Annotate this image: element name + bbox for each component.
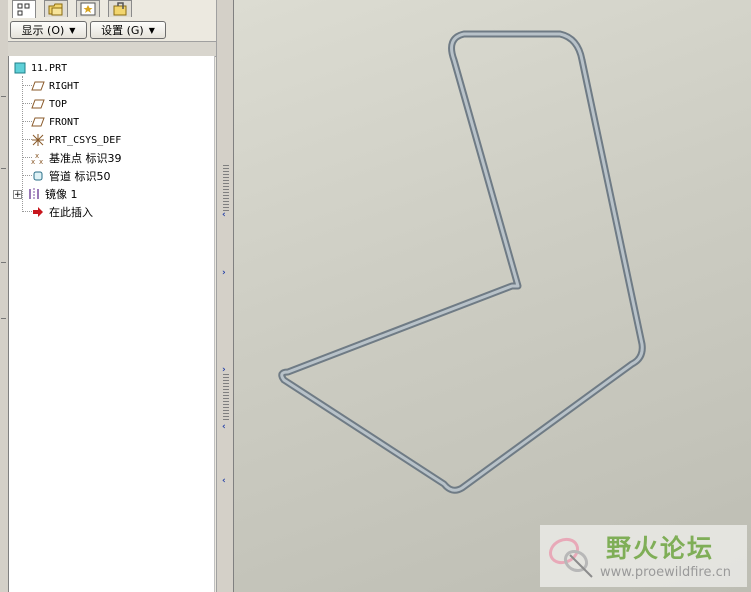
expand-toggle-icon[interactable]: + xyxy=(13,189,22,199)
tab-model-tree[interactable] xyxy=(12,0,36,18)
tree-item-top[interactable]: TOP xyxy=(31,96,67,112)
tree-item-label: PRT_CSYS_DEF xyxy=(49,134,122,146)
tree-item-front[interactable]: FRONT xyxy=(31,114,79,130)
model-tree: 11.PRT RIGHT TOP FRONT PRT_CSYS_DEF xxx … xyxy=(8,56,215,592)
chevron-right-icon[interactable]: › xyxy=(222,365,226,375)
chevron-left-icon[interactable]: ‹ xyxy=(222,476,226,486)
model-tree-icon xyxy=(17,3,30,16)
splitter-grip[interactable] xyxy=(223,165,229,213)
tree-item-label: 在此插入 xyxy=(49,206,93,219)
tree-item-pipe[interactable]: 管道 标识50 xyxy=(31,168,111,184)
tree-item-mirror[interactable]: + 镜像 1 xyxy=(13,186,78,202)
datum-plane-icon xyxy=(31,115,45,129)
pipe-model xyxy=(278,30,646,494)
tree-item-csys[interactable]: PRT_CSYS_DEF xyxy=(31,132,121,148)
settings-dropdown-label: 设置 (G) xyxy=(101,24,144,37)
datum-plane-icon xyxy=(31,97,45,111)
watermark-title: 野火论坛 xyxy=(606,534,715,563)
part-icon xyxy=(13,61,27,75)
dropdown-arrow-icon: ▼ xyxy=(148,25,155,35)
butterfly-logo-icon xyxy=(548,537,593,578)
tree-item-right[interactable]: RIGHT xyxy=(31,78,79,94)
favorites-icon xyxy=(80,2,96,16)
show-dropdown[interactable]: 显示 (O) ▼ xyxy=(10,21,87,39)
folder-icon xyxy=(48,3,63,16)
tab-favorites[interactable] xyxy=(76,0,100,17)
dropdown-arrow-icon: ▼ xyxy=(69,25,76,35)
panel-splitter[interactable]: ‹ › › ‹ ‹ xyxy=(216,0,234,592)
panel-tabs xyxy=(8,0,216,18)
graphics-viewport[interactable] xyxy=(234,0,751,592)
chevron-left-icon[interactable]: ‹ xyxy=(222,422,226,432)
tab-connections[interactable] xyxy=(108,0,132,17)
tree-toolbar: 显示 (O) ▼ 设置 (G) ▼ xyxy=(8,19,216,41)
tree-root[interactable]: 11.PRT xyxy=(13,60,67,76)
forum-watermark: 野火论坛 www.proewildfire.cn xyxy=(540,525,747,587)
tree-item-insert-here[interactable]: 在此插入 xyxy=(31,204,93,220)
svg-text:x: x xyxy=(31,158,35,165)
pipe-icon xyxy=(31,169,45,183)
datum-point-icon: xxx xyxy=(31,151,45,165)
show-dropdown-label: 显示 (O) xyxy=(21,24,65,37)
connections-icon xyxy=(113,2,127,16)
watermark-url: www.proewildfire.cn xyxy=(600,565,731,580)
model-tree-panel: 显示 (O) ▼ 设置 (G) ▼ 11.PRT RIGHT TOP FRONT xyxy=(8,0,216,592)
svg-text:x: x xyxy=(39,158,43,165)
mirror-icon xyxy=(27,187,41,201)
chevron-left-icon[interactable]: ‹ xyxy=(222,210,226,220)
insert-here-icon xyxy=(31,205,45,219)
splitter-grip[interactable] xyxy=(223,374,229,422)
csys-icon xyxy=(31,133,45,147)
tree-item-label: 镜像 1 xyxy=(45,188,78,201)
datum-plane-icon xyxy=(31,79,45,93)
tree-item-label: TOP xyxy=(49,98,68,110)
chevron-right-icon[interactable]: › xyxy=(222,268,226,278)
tree-item-label: 管道 标识50 xyxy=(49,170,111,183)
tree-item-label: RIGHT xyxy=(49,80,80,92)
settings-dropdown[interactable]: 设置 (G) ▼ xyxy=(90,21,166,39)
tab-folder-browser[interactable] xyxy=(44,0,68,17)
tree-item-label: FRONT xyxy=(49,116,80,128)
tree-column-header[interactable] xyxy=(8,41,216,57)
tree-item-label: 基准点 标识39 xyxy=(49,152,122,165)
tree-root-label: 11.PRT xyxy=(31,62,68,74)
tree-item-datum-point[interactable]: xxx 基准点 标识39 xyxy=(31,150,122,166)
